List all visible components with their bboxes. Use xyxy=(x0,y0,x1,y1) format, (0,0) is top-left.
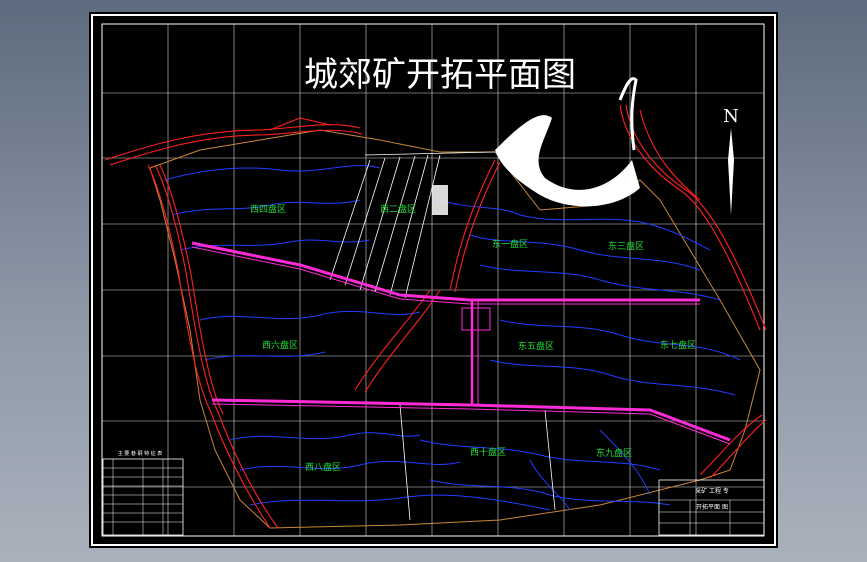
panel-label: 东一盘区 xyxy=(492,238,528,250)
panel-label: 东五盘区 xyxy=(518,340,554,352)
panel-label: 西二盘区 xyxy=(380,203,416,215)
legend-table-header: 主 要 巷 硐 特 征 表 xyxy=(118,450,163,457)
drawing-title: 城郊矿开拓平面图 xyxy=(304,55,576,95)
panel-label: 西八盘区 xyxy=(305,461,341,473)
panel-label: 东三盘区 xyxy=(608,240,644,252)
panel-label: 西十盘区 xyxy=(470,446,506,458)
cad-viewport[interactable]: 城郊矿开拓平面图 N 西四盘区 西二盘区 东一盘区 东三盘区 西六盘区 东五盘区… xyxy=(0,0,867,562)
mine-plan-drawing: 城郊矿开拓平面图 N 西四盘区 西二盘区 东一盘区 东三盘区 西六盘区 东五盘区… xyxy=(89,12,778,548)
north-label: N xyxy=(723,106,739,127)
shaft-pillar xyxy=(432,185,448,215)
panel-label: 西六盘区 xyxy=(262,339,298,351)
panel-label: 西四盘区 xyxy=(250,203,286,215)
panel-label: 东九盘区 xyxy=(596,447,632,459)
title-block-row2: 开拓平面 图 xyxy=(696,503,728,511)
title-block-row1: 采矿 工程 专 xyxy=(695,487,729,495)
panel-label: 东七盘区 xyxy=(660,339,696,351)
